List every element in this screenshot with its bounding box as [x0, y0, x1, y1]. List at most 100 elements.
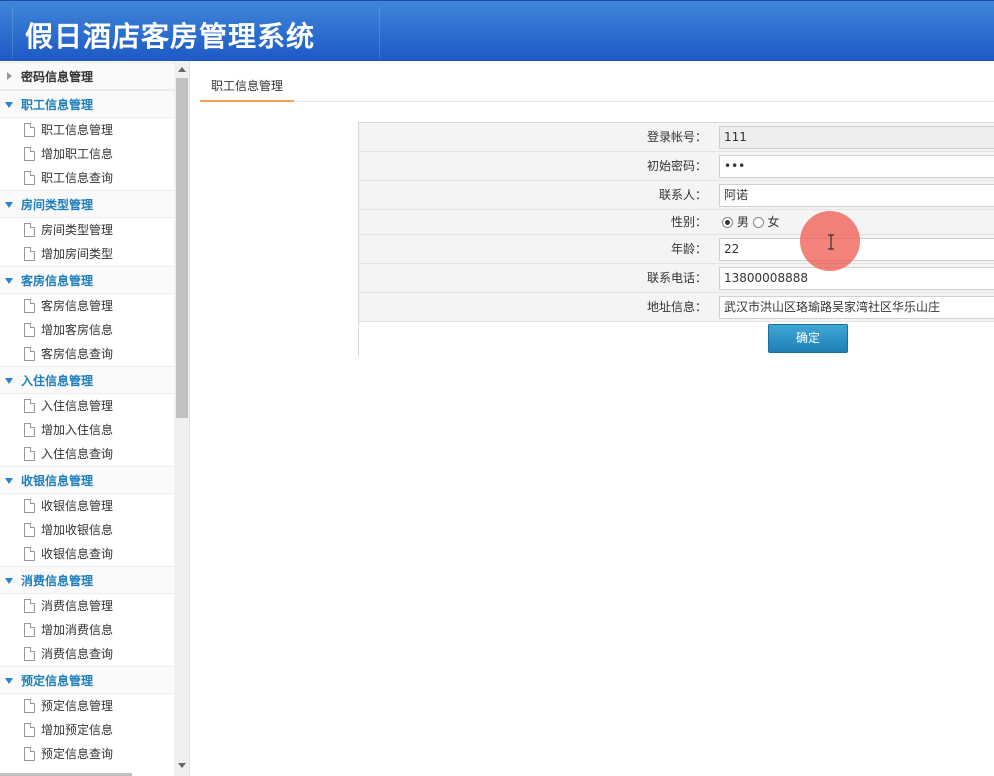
sidebar-item[interactable]: 职工信息管理 [0, 118, 174, 142]
sidebar-item[interactable]: 客房信息查询 [0, 342, 174, 366]
sidebar-item-label: 消费信息管理 [41, 599, 114, 613]
sidebar-group-3[interactable]: 客房信息管理 [0, 266, 174, 294]
row-gender: 性别： 男 女 [359, 210, 994, 235]
sidebar-item[interactable]: 增加预定信息 [0, 718, 174, 742]
sidebar-item[interactable]: 消费信息查询 [0, 642, 174, 666]
app-title: 假日酒店客房管理系统 [25, 20, 316, 53]
gender-radio-female[interactable] [752, 217, 764, 228]
row-address: 地址信息： 武汉市洪山区珞瑜路吴家湾社区华乐山庄 [359, 293, 994, 322]
confirm-button[interactable]: 确定 [768, 324, 848, 353]
document-icon [24, 171, 35, 185]
sidebar-item-label: 消费信息查询 [41, 647, 114, 661]
sidebar-item[interactable]: 客房信息管理 [0, 294, 174, 318]
gender-radio-male[interactable] [722, 217, 733, 228]
document-icon [24, 447, 35, 461]
sidebar-item[interactable]: 入住信息管理 [0, 394, 174, 418]
sidebar-group-label: 客房信息管理 [21, 274, 94, 288]
address-label: 地址信息： [646, 300, 707, 314]
row-phone: 联系电话： 13800008888 [359, 264, 994, 293]
sidebar-item-label: 增加预定信息 [41, 723, 114, 737]
sidebar-item[interactable]: 收银信息查询 [0, 542, 174, 566]
sidebar-item-label: 职工信息管理 [41, 123, 114, 137]
sidebar-item[interactable]: 增加入住信息 [0, 418, 174, 442]
caret-down-icon [5, 578, 13, 584]
caret-down-icon [5, 278, 13, 284]
contact-label: 联系人： [658, 188, 707, 202]
contact-field[interactable]: 阿诺 [719, 184, 994, 207]
phone-field[interactable]: 13800008888 [719, 267, 994, 290]
sidebar-group-5[interactable]: 收银信息管理 [0, 466, 174, 494]
sidebar-item-label: 预定信息查询 [41, 747, 114, 761]
sidebar-item[interactable]: 消费信息管理 [0, 594, 174, 618]
password-label: 初始密码： [646, 159, 707, 173]
sidebar-group-7[interactable]: 预定信息管理 [0, 666, 174, 694]
sidebar-group-0[interactable]: 密码信息管理 [0, 62, 174, 90]
gender-radio-group: 男 女 [722, 210, 780, 235]
sidebar-group-label: 密码信息管理 [21, 70, 94, 84]
sidebar-item[interactable]: 房间类型管理 [0, 218, 174, 242]
account-field[interactable]: 111 [719, 126, 994, 149]
row-password: 初始密码： ••• [359, 152, 994, 181]
document-icon [24, 347, 35, 361]
staff-form: 登录帐号： 111 初始密码： ••• 联系人： 阿诺 性别： 男 女 年龄： … [358, 122, 994, 356]
sidebar-item-label: 入住信息管理 [41, 399, 114, 413]
scroll-down-icon[interactable] [178, 763, 186, 768]
document-icon [24, 523, 35, 537]
sidebar-item-label: 增加收银信息 [41, 523, 114, 537]
address-field[interactable]: 武汉市洪山区珞瑜路吴家湾社区华乐山庄 [719, 296, 994, 319]
sidebar-group-label: 房间类型管理 [21, 198, 94, 212]
sidebar-item[interactable]: 增加职工信息 [0, 142, 174, 166]
tab-bar: 职工信息管理 [200, 71, 994, 102]
sidebar-item-label: 增加职工信息 [41, 147, 114, 161]
sidebar-item-label: 客房信息查询 [41, 347, 114, 361]
sidebar-item-label: 职工信息查询 [41, 171, 114, 185]
caret-down-icon [5, 202, 13, 208]
sidebar-item-label: 入住信息查询 [41, 447, 114, 461]
account-label: 登录帐号： [646, 130, 707, 144]
document-icon [24, 747, 35, 761]
document-icon [24, 123, 35, 137]
sidebar-group-label: 消费信息管理 [21, 574, 94, 588]
sidebar-group-6[interactable]: 消费信息管理 [0, 566, 174, 594]
sidebar-group-2[interactable]: 房间类型管理 [0, 190, 174, 218]
sidebar-scrollbar[interactable] [174, 61, 189, 776]
sidebar-item-label: 客房信息管理 [41, 299, 114, 313]
sidebar-item[interactable]: 增加房间类型 [0, 242, 174, 266]
sidebar-menu: 密码信息管理 职工信息管理 职工信息管理 增加职工信息 职工信息查询 房间类型管理 房间类型… [0, 62, 174, 766]
scroll-up-icon[interactable] [178, 67, 186, 72]
sidebar: 密码信息管理 职工信息管理 职工信息管理 增加职工信息 职工信息查询 房间类型管理 房间类型… [0, 61, 190, 776]
age-label: 年龄： [670, 242, 707, 256]
document-icon [24, 547, 35, 561]
sidebar-group-label: 收银信息管理 [21, 474, 94, 488]
document-icon [24, 647, 35, 661]
caret-down-icon [5, 678, 13, 684]
document-icon [24, 699, 35, 713]
sidebar-item[interactable]: 收银信息管理 [0, 494, 174, 518]
sidebar-item[interactable]: 增加收银信息 [0, 518, 174, 542]
text-cursor-icon [828, 234, 834, 250]
caret-down-icon [5, 102, 13, 108]
password-field[interactable]: ••• [719, 155, 994, 178]
sidebar-item[interactable]: 职工信息查询 [0, 166, 174, 190]
sidebar-item-label: 收银信息查询 [41, 547, 114, 561]
sidebar-group-4[interactable]: 入住信息管理 [0, 366, 174, 394]
document-icon [24, 423, 35, 437]
gender-label: 性别： [670, 215, 707, 229]
sidebar-item[interactable]: 增加客房信息 [0, 318, 174, 342]
app-header: 假日酒店客房管理系统 [0, 0, 994, 61]
sidebar-item[interactable]: 预定信息查询 [0, 742, 174, 766]
sidebar-item-label: 收银信息管理 [41, 499, 114, 513]
sidebar-item-label: 房间类型管理 [41, 223, 114, 237]
caret-right-icon [7, 72, 12, 80]
document-icon [24, 147, 35, 161]
sidebar-item[interactable]: 入住信息查询 [0, 442, 174, 466]
sidebar-group-label: 职工信息管理 [21, 98, 94, 112]
gender-male-label: 男 [736, 215, 749, 229]
sidebar-group-1[interactable]: 职工信息管理 [0, 90, 174, 118]
sidebar-item[interactable]: 预定信息管理 [0, 694, 174, 718]
sidebar-item[interactable]: 增加消费信息 [0, 618, 174, 642]
scroll-thumb[interactable] [176, 78, 188, 418]
row-contact: 联系人： 阿诺 [359, 181, 994, 210]
sidebar-item-label: 增加入住信息 [41, 423, 114, 437]
tab-staff-info[interactable]: 职工信息管理 [200, 71, 295, 102]
